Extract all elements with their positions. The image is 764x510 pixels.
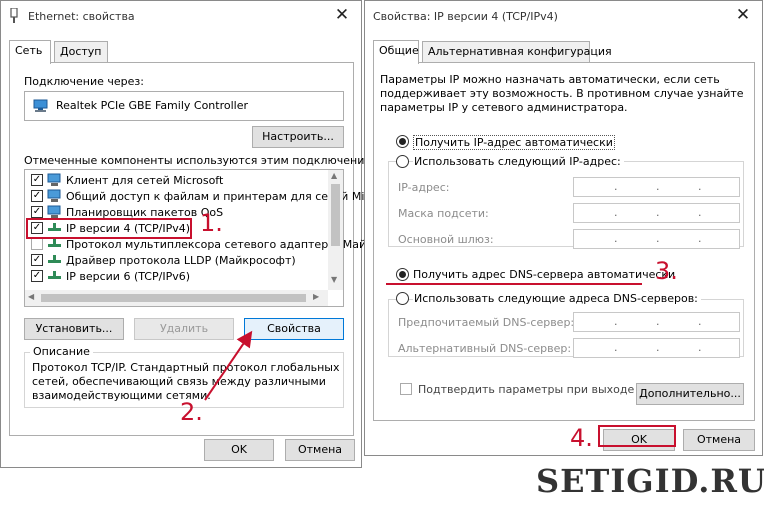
step-3-annotation: 3. bbox=[655, 257, 678, 285]
annotation-arrow bbox=[204, 330, 253, 401]
step-2-annotation: 2. bbox=[180, 398, 203, 426]
tab-general[interactable]: Общие bbox=[373, 40, 419, 64]
tab-network[interactable]: Сеть bbox=[9, 40, 51, 64]
site-watermark: SETIGID.RU bbox=[536, 462, 764, 500]
step-1-annotation: 1. bbox=[200, 209, 223, 237]
step-4-annotation: 4. bbox=[570, 424, 593, 452]
